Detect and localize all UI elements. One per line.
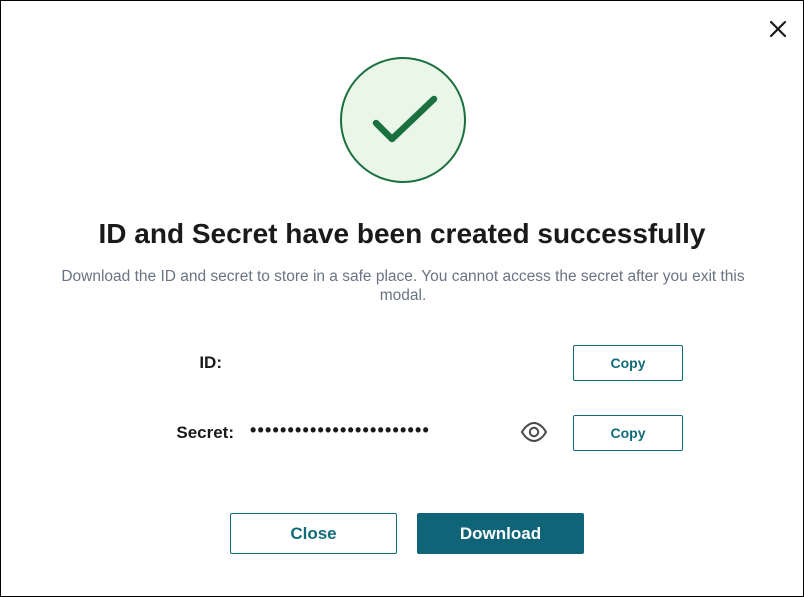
secret-value: •••••••••••••••••••••••• (250, 420, 431, 440)
close-button[interactable]: Close (230, 513, 397, 554)
download-button[interactable]: Download (417, 513, 584, 554)
id-label: ID: (199, 353, 222, 372)
copy-secret-button[interactable]: Copy (573, 415, 683, 451)
modal-subtitle: Download the ID and secret to store in a… (61, 268, 745, 304)
eye-icon[interactable] (520, 421, 548, 443)
secret-label: Secret: (176, 423, 234, 442)
copy-id-button[interactable]: Copy (573, 345, 683, 381)
success-badge (340, 57, 466, 183)
checkmark-icon (372, 95, 438, 143)
modal-title: ID and Secret have been created successf… (98, 218, 706, 249)
close-icon[interactable] (767, 18, 789, 40)
success-modal: ID and Secret have been created successf… (0, 0, 804, 597)
